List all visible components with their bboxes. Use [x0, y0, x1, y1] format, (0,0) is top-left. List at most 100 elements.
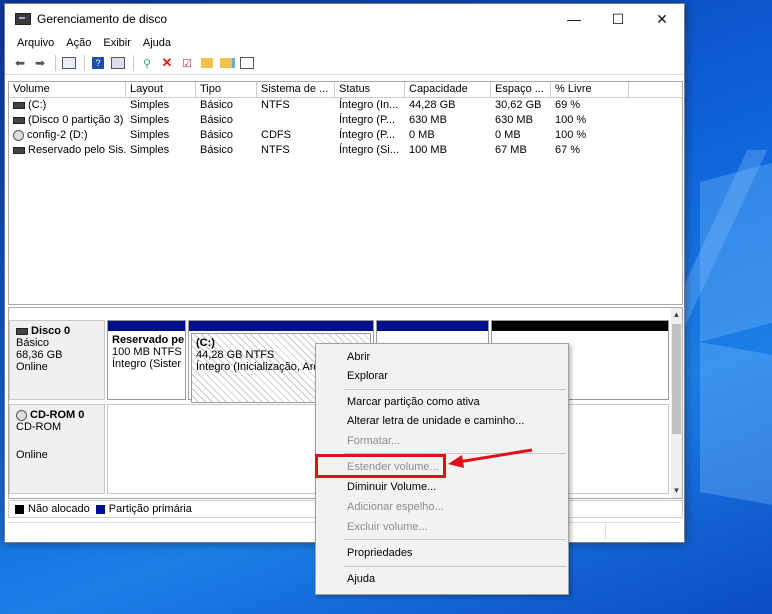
cell-sistema: CDFS: [261, 129, 291, 141]
column-header-sistema[interactable]: Sistema de ...: [257, 82, 335, 97]
cell-espaco: 67 MB: [495, 144, 527, 156]
cell-capacidade: 44,28 GB: [409, 99, 456, 111]
disk-0-label[interactable]: Disco 0 Básico 68,36 GB Online: [9, 320, 105, 400]
menu-ajuda[interactable]: Ajuda: [137, 37, 177, 49]
cell-tipo: Básico: [200, 99, 234, 111]
title-bar: Gerenciamento de disco — ☐ ✕: [5, 4, 684, 34]
table-row[interactable]: (C:) Simples Básico NTFS Íntegro (In... …: [9, 98, 682, 113]
column-header-capacidade[interactable]: Capacidade: [405, 82, 491, 97]
cell-espaco: 0 MB: [495, 129, 521, 141]
volume-icon: [13, 146, 25, 154]
cell-layout: Simples: [130, 144, 170, 156]
cdrom-0-state: Online: [16, 449, 48, 461]
disk-0-type: Básico: [16, 337, 50, 349]
cdrom-0-label[interactable]: CD-ROM 0 CD-ROM Online: [9, 404, 105, 494]
window-icon[interactable]: [238, 54, 256, 72]
scrollbar-thumb[interactable]: [672, 324, 681, 434]
window-title: Gerenciamento de disco: [37, 12, 168, 26]
menu-item-propriedades[interactable]: Propriedades: [347, 544, 412, 562]
volume-list-header: Volume Layout Tipo Sistema de ... Status…: [9, 82, 682, 98]
close-button[interactable]: ✕: [640, 4, 684, 34]
menu-item-diminuir-volume[interactable]: Diminuir Volume...: [347, 478, 436, 496]
folder-up-icon[interactable]: [198, 54, 216, 72]
menu-exibir[interactable]: Exibir: [97, 37, 137, 49]
volume-list: Volume Layout Tipo Sistema de ... Status…: [8, 81, 683, 305]
partition-reserved-title: Reservado pe: [112, 334, 185, 346]
legend-unallocated: Não alocado: [28, 503, 90, 515]
menu-item-formatar[interactable]: Formatar...: [347, 432, 400, 450]
cell-capacidade: 100 MB: [409, 144, 447, 156]
column-header-espaco[interactable]: Espaço ...: [491, 82, 551, 97]
cell-volume: Reservado pelo Sis...: [28, 144, 126, 156]
menu-item-explorar[interactable]: Explorar: [347, 367, 388, 385]
help-icon[interactable]: ?: [89, 54, 107, 72]
list-view-icon[interactable]: [60, 54, 78, 72]
table-row[interactable]: config-2 (D:) Simples Básico CDFS Íntegr…: [9, 128, 682, 143]
cell-tipo: Básico: [200, 144, 234, 156]
table-row[interactable]: Reservado pelo Sis... Simples Básico NTF…: [9, 143, 682, 158]
menu-item-abrir[interactable]: Abrir: [347, 348, 370, 366]
cell-espaco: 630 MB: [495, 114, 533, 126]
column-header-livre[interactable]: % Livre: [551, 82, 629, 97]
cell-capacidade: 0 MB: [409, 129, 435, 141]
menu-arquivo[interactable]: Arquivo: [11, 37, 60, 49]
menu-bar: Arquivo Ação Exibir Ajuda: [5, 34, 684, 52]
volume-icon: [13, 116, 25, 124]
unallocated-bar: [492, 321, 668, 331]
menu-item-marcar-ativa[interactable]: Marcar partição como ativa: [347, 393, 480, 411]
disk-icon: [16, 327, 28, 335]
menu-acao[interactable]: Ação: [60, 37, 97, 49]
maximize-button[interactable]: ☐: [596, 4, 640, 34]
primary-partition-bar: [108, 321, 185, 331]
scroll-down-icon[interactable]: ▼: [671, 484, 682, 498]
forward-icon[interactable]: ➡: [31, 54, 49, 72]
cell-layout: Simples: [130, 99, 170, 111]
table-row[interactable]: (Disco 0 partição 3) Simples Básico Ínte…: [9, 113, 682, 128]
cell-tipo: Básico: [200, 114, 234, 126]
cdrom-0-name: CD-ROM 0: [30, 409, 85, 421]
menu-item-adicionar-espelho[interactable]: Adicionar espelho...: [347, 498, 444, 516]
toolbar: ⬅ ➡ ? ⚲ ✕ ☑: [5, 52, 684, 75]
folder-search-icon[interactable]: [218, 54, 236, 72]
cell-tipo: Básico: [200, 129, 234, 141]
cell-volume: (C:): [28, 99, 47, 111]
cell-livre: 67 %: [555, 144, 581, 156]
cell-status: Íntegro (In...: [339, 99, 399, 111]
cell-status: Íntegro (P...: [339, 129, 396, 141]
vertical-scrollbar[interactable]: ▲ ▼: [671, 308, 682, 498]
cell-capacidade: 630 MB: [409, 114, 447, 126]
primary-partition-swatch: [95, 504, 105, 514]
cell-layout: Simples: [130, 129, 170, 141]
cell-layout: Simples: [130, 114, 170, 126]
column-header-volume[interactable]: Volume: [9, 82, 126, 97]
menu-item-alterar-letra[interactable]: Alterar letra de unidade e caminho...: [347, 412, 524, 430]
disk-0-state: Online: [16, 361, 48, 373]
cd-drive-icon: [16, 409, 27, 421]
partition-reserved-size: 100 MB NTFS: [112, 346, 182, 358]
back-icon[interactable]: ⬅: [11, 54, 29, 72]
cell-volume: config-2 (D:): [27, 129, 88, 141]
minimize-button[interactable]: —: [552, 4, 596, 34]
delete-icon[interactable]: ✕: [158, 54, 176, 72]
unallocated-swatch: [15, 504, 24, 514]
disk-0-size: 68,36 GB: [16, 349, 63, 361]
legend-primary: Partição primária: [108, 503, 192, 515]
cell-livre: 100 %: [555, 114, 587, 126]
column-header-tipo[interactable]: Tipo: [196, 82, 257, 97]
check-icon[interactable]: ☑: [178, 54, 196, 72]
scroll-up-icon[interactable]: ▲: [671, 308, 682, 322]
cell-status: Íntegro (P...: [339, 114, 396, 126]
column-header-status[interactable]: Status: [335, 82, 405, 97]
cell-livre: 100 %: [555, 129, 587, 141]
cell-volume: (Disco 0 partição 3): [28, 114, 124, 126]
column-header-layout[interactable]: Layout: [126, 82, 196, 97]
connect-drive-icon[interactable]: ⚲: [138, 54, 156, 72]
cdrom-0-type: CD-ROM: [16, 421, 62, 433]
cell-espaco: 30,62 GB: [495, 99, 542, 111]
menu-item-ajuda[interactable]: Ajuda: [347, 570, 375, 588]
partition-reserved[interactable]: Reservado pe 100 MB NTFS Íntegro (Sister: [107, 320, 186, 400]
volume-icon: [13, 101, 25, 109]
cell-sistema: NTFS: [261, 99, 290, 111]
properties-icon[interactable]: [109, 54, 127, 72]
menu-item-excluir-volume[interactable]: Excluir volume...: [347, 518, 428, 536]
